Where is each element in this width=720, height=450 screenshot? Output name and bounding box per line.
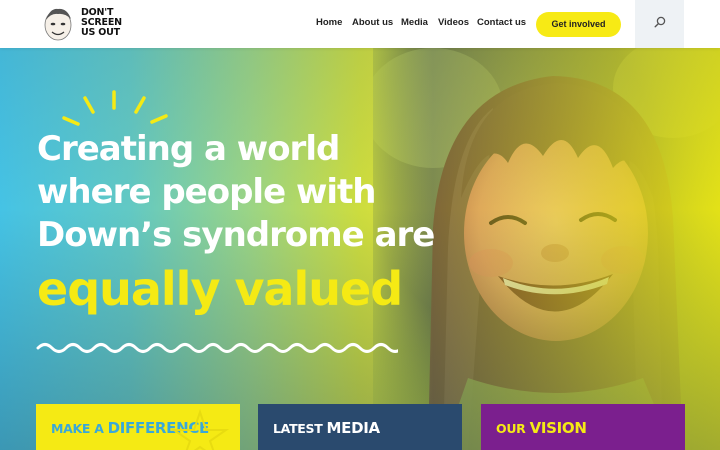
logo[interactable]: DON'T SCREEN US OUT bbox=[40, 6, 126, 44]
face-logo-icon bbox=[44, 8, 72, 41]
search-button[interactable] bbox=[635, 0, 684, 48]
get-involved-button[interactable]: Get involved bbox=[536, 12, 621, 37]
card-3-emphasis: VISION bbox=[529, 419, 587, 437]
nav-media[interactable]: Media bbox=[401, 17, 428, 28]
search-icon bbox=[654, 16, 666, 28]
nav-videos[interactable]: Videos bbox=[438, 17, 469, 28]
nav-home[interactable]: Home bbox=[316, 17, 342, 28]
headline-line-3: Down’s syndrome are bbox=[37, 215, 435, 255]
logo-line-3: US OUT bbox=[81, 27, 120, 38]
logo-wordmark: DON'T SCREEN US OUT bbox=[81, 8, 125, 38]
card-make-a-difference[interactable]: MAKE A DIFFERENCE bbox=[36, 404, 240, 450]
nav-about-us[interactable]: About us bbox=[352, 17, 393, 28]
wavy-underline bbox=[36, 343, 398, 353]
sunburst-icon bbox=[62, 90, 168, 126]
headline-line-1: Creating a world bbox=[37, 129, 340, 169]
card-latest-media[interactable]: LATEST MEDIA bbox=[258, 404, 462, 450]
hero-headline: Creating a world where people with Down’… bbox=[37, 128, 437, 317]
headline-accent: equally valued bbox=[37, 262, 403, 316]
star-decoration-icon bbox=[170, 408, 230, 450]
site-header: DON'T SCREEN US OUT Home About us Media … bbox=[0, 0, 720, 48]
card-1-prefix: MAKE A bbox=[51, 421, 108, 436]
card-2-prefix: LATEST bbox=[273, 421, 327, 436]
card-2-emphasis: MEDIA bbox=[326, 419, 381, 437]
hero-banner: Creating a world where people with Down’… bbox=[0, 48, 720, 450]
card-our-vision[interactable]: OUR VISION bbox=[481, 404, 685, 450]
headline-line-2: where people with bbox=[37, 172, 377, 212]
card-3-prefix: OUR bbox=[496, 421, 530, 436]
nav-contact-us[interactable]: Contact us bbox=[477, 17, 526, 28]
